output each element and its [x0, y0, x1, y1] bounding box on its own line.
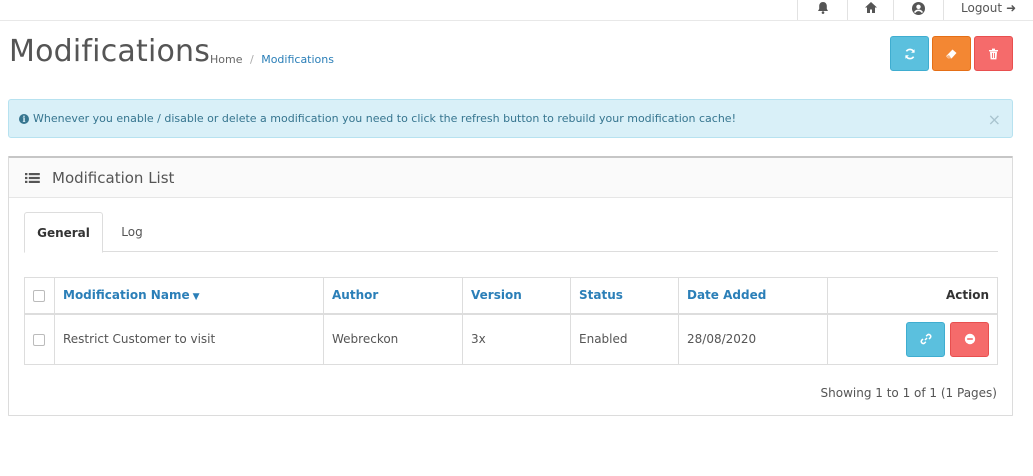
page-title: Modifications [9, 34, 211, 69]
link-icon [920, 334, 932, 345]
home-icon [864, 2, 877, 13]
cell-actions [827, 313, 998, 365]
breadcrumb-home[interactable]: Home [210, 53, 242, 66]
column-header-version: Version [462, 277, 571, 315]
row-checkbox[interactable] [33, 333, 45, 346]
bell-icon [817, 2, 828, 14]
tab-log[interactable]: Log [107, 212, 157, 252]
row-select-cell [24, 313, 55, 365]
sort-by-version-link[interactable]: Version [471, 288, 522, 302]
logout-label: Logout [961, 1, 1003, 15]
refresh-icon [904, 48, 915, 59]
list-icon [25, 172, 40, 183]
sort-by-author-link[interactable]: Author [332, 288, 378, 302]
breadcrumb-current[interactable]: Modifications [261, 53, 334, 66]
delete-button[interactable] [974, 36, 1013, 71]
modification-list-panel: Modification List General Log Modificati… [8, 156, 1013, 416]
column-header-action: Action [827, 277, 998, 315]
top-header: Logout ➜ [0, 0, 1033, 21]
caret-down-icon: ▼ [192, 292, 200, 303]
user-menu-button[interactable] [893, 0, 943, 20]
user-icon [912, 1, 925, 15]
info-alert: i Whenever you enable / disable or delet… [8, 99, 1013, 138]
tab-general[interactable]: General [24, 212, 103, 253]
column-header-name: Modification Name ▼ [54, 277, 324, 315]
sign-out-icon: ➜ [1006, 1, 1017, 15]
trash-icon [989, 48, 998, 59]
column-name-label: Modification Name [63, 288, 190, 303]
modification-table: Modification Name ▼ Author Version Status… [24, 277, 998, 365]
refresh-button[interactable] [890, 36, 929, 71]
panel-title: Modification List [52, 168, 175, 187]
cell-author: Webreckon [323, 313, 463, 365]
minus-circle-icon [964, 334, 975, 345]
sort-by-status-link[interactable]: Status [579, 288, 623, 302]
info-circle-icon: i [19, 113, 29, 124]
breadcrumb-separator: / [249, 53, 254, 66]
alert-message: Whenever you enable / disable or delete … [33, 112, 736, 125]
panel-heading: Modification List [9, 158, 1012, 198]
eraser-icon [946, 49, 957, 58]
logout-link[interactable]: Logout ➜ [943, 0, 1033, 20]
select-all-cell [24, 277, 55, 315]
sort-by-date-link[interactable]: Date Added [687, 288, 766, 302]
column-header-author: Author [323, 277, 463, 315]
table-header-row: Modification Name ▼ Author Version Status… [24, 277, 998, 315]
clear-button[interactable] [932, 36, 971, 71]
cell-status: Enabled [570, 313, 679, 365]
tab-bar: General Log [24, 212, 998, 253]
table-row: Restrict Customer to visit Webreckon 3x … [24, 313, 998, 365]
notifications-button[interactable] [797, 0, 847, 20]
cell-date-added: 28/08/2020 [678, 313, 828, 365]
sort-by-name-link[interactable]: Modification Name ▼ [63, 288, 200, 302]
column-header-status: Status [570, 277, 679, 315]
disable-button[interactable] [950, 321, 989, 357]
alert-close-button[interactable]: × [988, 110, 1001, 129]
column-header-date-added: Date Added [678, 277, 828, 315]
breadcrumb: Home / Modifications [210, 53, 334, 66]
select-all-checkbox[interactable] [33, 289, 45, 302]
home-button[interactable] [847, 0, 893, 20]
pagination-summary: Showing 1 to 1 of 1 (1 Pages) [820, 386, 997, 400]
link-button[interactable] [906, 321, 946, 357]
cell-name: Restrict Customer to visit [54, 313, 324, 365]
cell-version: 3x [462, 313, 571, 365]
